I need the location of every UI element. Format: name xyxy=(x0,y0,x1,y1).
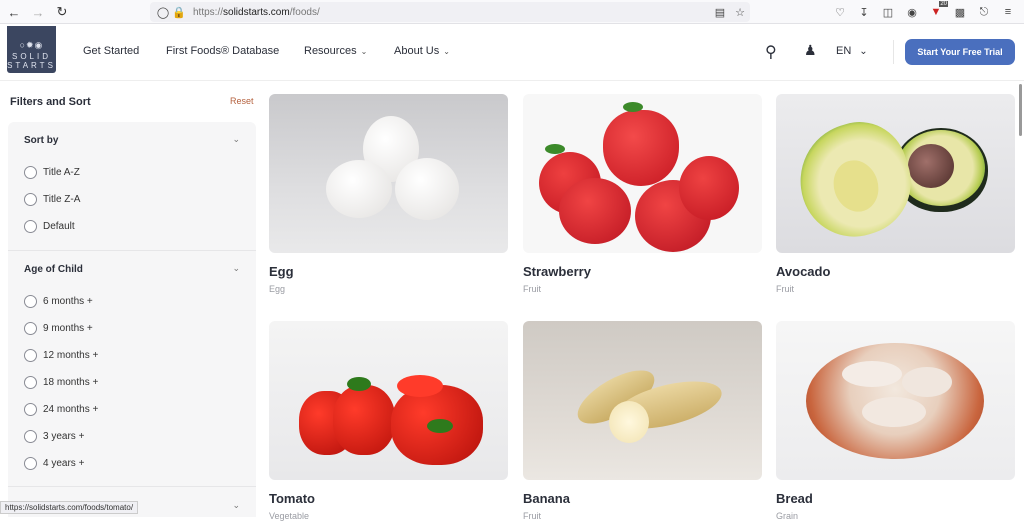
logo[interactable]: ○✹◉ SOLID STARTS xyxy=(7,26,56,73)
chevron-down-icon: ⌄ xyxy=(361,47,368,56)
sidebar-icon[interactable]: ◫ xyxy=(880,4,896,20)
page-scrollbar[interactable] xyxy=(1019,84,1022,136)
shield-icon[interactable]: ◯ xyxy=(155,4,171,20)
food-name[interactable]: Strawberry xyxy=(523,264,762,279)
chevron-down-icon: ⌄ xyxy=(443,47,450,56)
food-image-egg[interactable] xyxy=(269,94,508,253)
sort-heading[interactable]: Sort by xyxy=(24,135,58,146)
food-category: Vegetable xyxy=(269,511,508,521)
food-category: Egg xyxy=(269,284,508,294)
back-icon[interactable]: ← xyxy=(6,4,22,20)
chevron-down-icon[interactable]: ⌄ xyxy=(232,263,240,274)
extensions-puzzle-icon[interactable]: ⎋ xyxy=(976,4,992,20)
food-image-avocado[interactable] xyxy=(776,94,1015,253)
food-card[interactable]: Bread Grain xyxy=(776,321,1015,521)
food-name[interactable]: Tomato xyxy=(269,491,508,506)
food-image-bread[interactable] xyxy=(776,321,1015,480)
radio-button[interactable] xyxy=(24,295,37,308)
radio-button[interactable] xyxy=(24,430,37,443)
menu-icon[interactable]: ≡ xyxy=(1000,4,1016,20)
url-text[interactable]: https://solidstarts.com/foods/ xyxy=(193,7,320,18)
food-category: Grain xyxy=(776,511,1015,521)
bookmark-star-icon[interactable]: ☆ xyxy=(732,4,748,20)
food-name[interactable]: Egg xyxy=(269,264,508,279)
filters-title: Filters and Sort xyxy=(10,96,91,108)
food-card[interactable]: Strawberry Fruit xyxy=(523,94,762,294)
logo-food-icons: ○✹◉ xyxy=(20,40,44,51)
nav-about-us[interactable]: About Us⌄ xyxy=(394,45,450,57)
start-free-trial-button[interactable]: Start Your Free Trial xyxy=(905,39,1015,65)
nav-first-foods-database[interactable]: First Foods® Database xyxy=(166,45,279,57)
filters-sidebar: Filters and Sort Reset Sort by ⌄ Title A… xyxy=(0,82,265,514)
download-icon[interactable]: ↧ xyxy=(856,4,872,20)
address-bar[interactable]: ◯ 🔒 https://solidstarts.com/foods/ ▤ ☆ xyxy=(150,2,750,22)
age-heading[interactable]: Age of Child xyxy=(24,264,83,275)
age-option[interactable]: 24 months + xyxy=(24,403,98,416)
food-image-tomato[interactable] xyxy=(269,321,508,480)
nav-resources[interactable]: Resources⌄ xyxy=(304,45,367,57)
search-icon[interactable]: ⚲ xyxy=(765,42,777,62)
extension-shield-icon[interactable]: ▼20 xyxy=(928,4,944,20)
age-panel: Age of Child ⌄ 6 months + 9 months + 12 … xyxy=(8,251,256,487)
food-card[interactable]: Egg Egg xyxy=(269,94,508,294)
age-option[interactable]: 6 months + xyxy=(24,295,93,308)
account-icon[interactable]: ◉ xyxy=(904,4,920,20)
age-option[interactable]: 3 years + xyxy=(24,430,84,443)
extension-icon[interactable]: ▩ xyxy=(952,4,968,20)
food-card[interactable]: Tomato Vegetable xyxy=(269,321,508,521)
food-card[interactable]: Avocado Fruit xyxy=(776,94,1015,294)
food-name[interactable]: Bread xyxy=(776,491,1015,506)
browser-toolbar: ← → ↻ ◯ 🔒 https://solidstarts.com/foods/… xyxy=(0,0,1024,24)
chevron-down-icon[interactable]: ⌄ xyxy=(232,500,240,511)
divider xyxy=(893,40,894,64)
extension-badge: 20 xyxy=(939,1,948,7)
age-option[interactable]: 12 months + xyxy=(24,349,98,362)
food-category: Fruit xyxy=(776,284,1015,294)
age-option[interactable]: 18 months + xyxy=(24,376,98,389)
language-selector[interactable]: EN⌄ xyxy=(836,45,868,57)
sort-panel: Sort by ⌄ Title A-Z Title Z-A Default xyxy=(8,122,256,251)
food-category: Fruit xyxy=(523,284,762,294)
reload-icon[interactable]: ↻ xyxy=(54,4,70,20)
food-name[interactable]: Banana xyxy=(523,491,762,506)
radio-button[interactable] xyxy=(24,166,37,179)
forward-icon[interactable]: → xyxy=(30,4,46,20)
radio-button[interactable] xyxy=(24,349,37,362)
radio-button[interactable] xyxy=(24,403,37,416)
food-image-banana[interactable] xyxy=(523,321,762,480)
reader-mode-icon[interactable]: ▤ xyxy=(712,4,728,20)
radio-button[interactable] xyxy=(24,193,37,206)
status-bar-url: https://solidstarts.com/foods/tomato/ xyxy=(0,501,138,514)
lock-icon[interactable]: 🔒 xyxy=(171,4,187,20)
sort-option[interactable]: Title Z-A xyxy=(24,193,80,206)
pocket-icon[interactable]: ♡ xyxy=(832,4,848,20)
food-image-strawberry[interactable] xyxy=(523,94,762,253)
food-name[interactable]: Avocado xyxy=(776,264,1015,279)
sort-option[interactable]: Default xyxy=(24,220,75,233)
user-icon[interactable]: ♟ xyxy=(804,42,817,59)
chevron-down-icon: ⌄ xyxy=(859,46,867,57)
nav-get-started[interactable]: Get Started xyxy=(83,45,139,57)
age-option[interactable]: 4 years + xyxy=(24,457,84,470)
chevron-down-icon[interactable]: ⌄ xyxy=(232,134,240,145)
radio-button[interactable] xyxy=(24,376,37,389)
radio-button[interactable] xyxy=(24,457,37,470)
sort-option[interactable]: Title A-Z xyxy=(24,166,80,179)
reset-button[interactable]: Reset xyxy=(230,96,254,106)
food-category: Fruit xyxy=(523,511,762,521)
radio-button[interactable] xyxy=(24,322,37,335)
age-option[interactable]: 9 months + xyxy=(24,322,93,335)
food-card[interactable]: Banana Fruit xyxy=(523,321,762,521)
site-header: ○✹◉ SOLID STARTS Get Started First Foods… xyxy=(0,25,1024,81)
radio-button[interactable] xyxy=(24,220,37,233)
